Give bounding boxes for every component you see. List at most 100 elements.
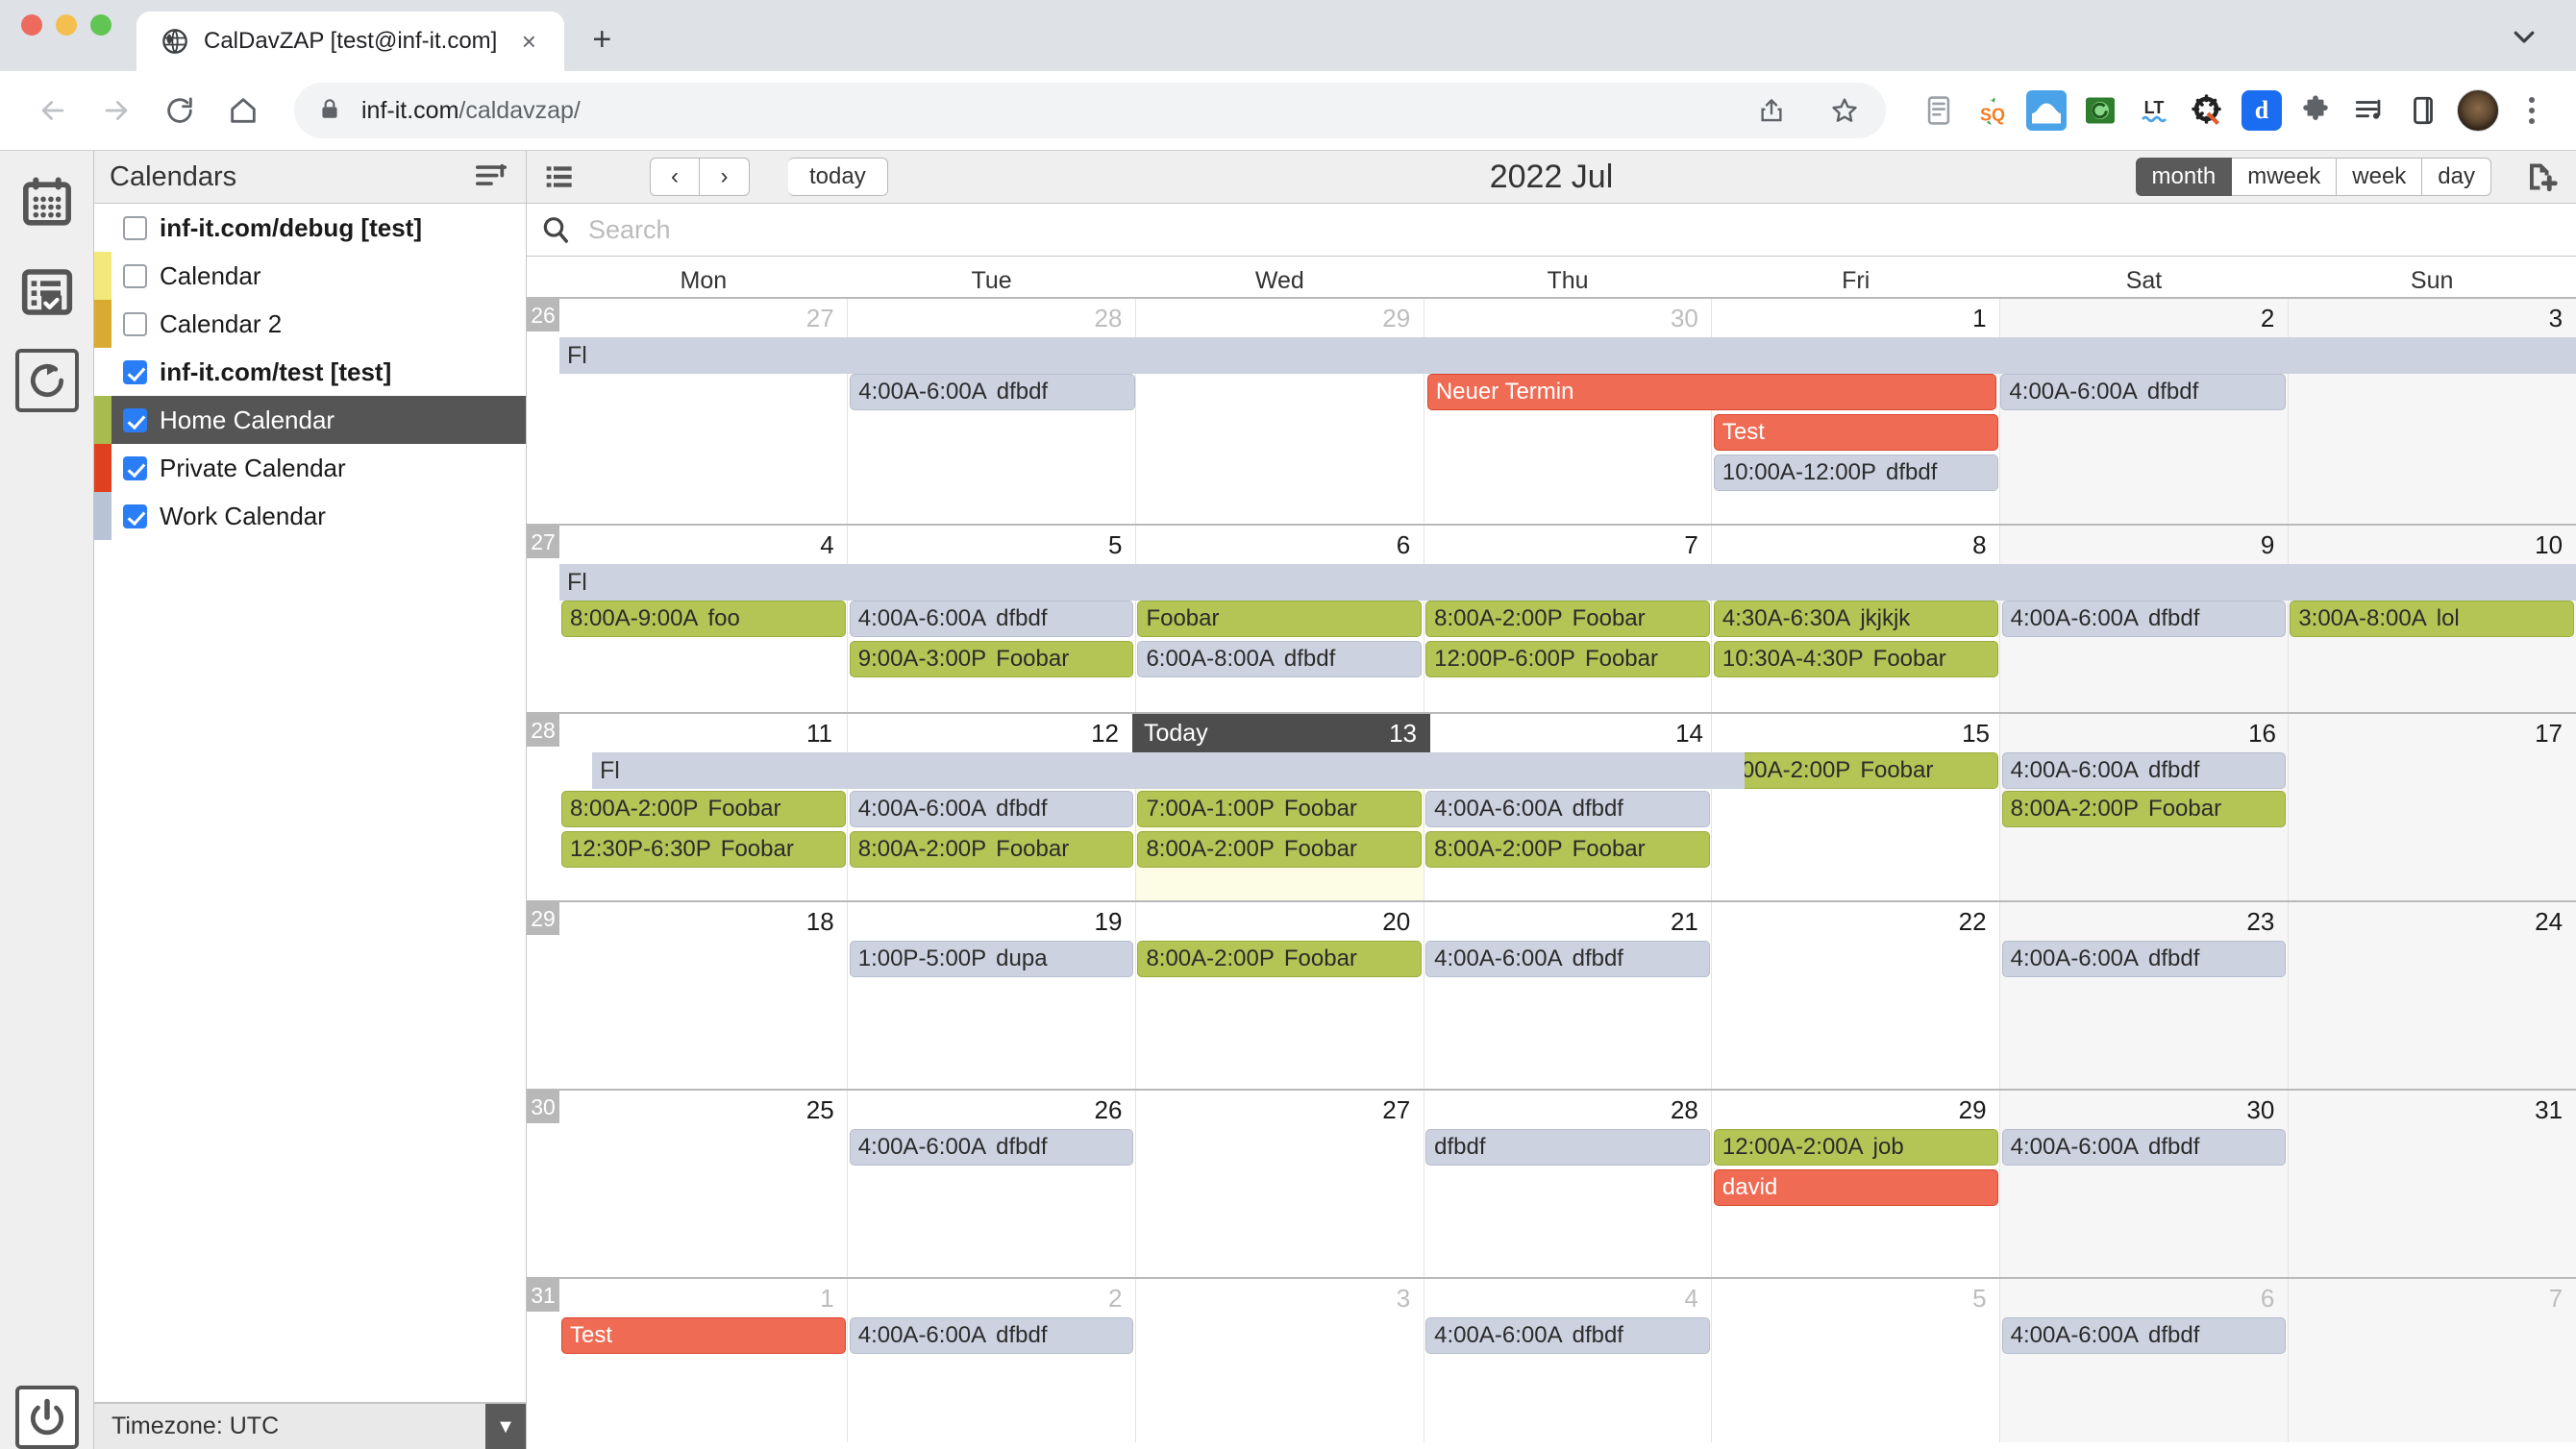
timezone-bar[interactable]: Timezone: UTC ▼	[94, 1403, 526, 1449]
next-period-button[interactable]: ›	[700, 158, 750, 196]
close-tab-button[interactable]: ×	[512, 25, 545, 58]
date-number[interactable]: 2	[2000, 299, 2289, 337]
week-number[interactable]: 28	[527, 714, 559, 747]
date-number[interactable]: 28	[848, 299, 1136, 337]
empty-slot[interactable]	[2000, 641, 2289, 679]
empty-slot[interactable]	[559, 374, 848, 412]
week-number[interactable]: 30	[527, 1091, 559, 1123]
empty-slot[interactable]	[559, 414, 848, 453]
calendar-event[interactable]: 4:00A-6:00A dfbdf	[2001, 601, 2287, 637]
view-button-month[interactable]: month	[2135, 158, 2233, 196]
calendar-event[interactable]: 1:00P-5:00P dupa	[849, 941, 1134, 977]
empty-slot[interactable]	[1424, 1169, 1712, 1208]
date-number[interactable]: 7	[1424, 526, 1712, 564]
calendar-event[interactable]: 4:00A-6:00A dfbdf	[2000, 374, 2286, 410]
calendar-checkbox[interactable]	[123, 215, 147, 240]
calendar-event[interactable]: 4:30A-6:30A jkjkjk	[1713, 601, 1998, 637]
calendar-event[interactable]: 9:00A-3:00P Foobar	[849, 641, 1134, 677]
collapse-list-icon[interactable]	[472, 158, 510, 196]
empty-slot[interactable]	[2000, 1169, 2289, 1208]
empty-slot[interactable]	[1135, 454, 1424, 493]
calendar-event[interactable]: 10:30A-4:30P Foobar	[1713, 641, 1998, 677]
browser-tab[interactable]: CalDavZAP [test@inf-it.com] ×	[136, 12, 565, 71]
calendar-event[interactable]: 8:00A-2:00P Foobar	[2001, 791, 2287, 827]
prev-period-button[interactable]: ‹	[650, 158, 700, 196]
empty-slot[interactable]	[559, 941, 848, 979]
calendar-event[interactable]: 8:00A-2:00P Foobar	[1425, 831, 1710, 868]
empty-slot[interactable]	[2000, 831, 2289, 870]
date-number[interactable]: 1	[559, 1279, 848, 1317]
kebab-menu-icon[interactable]	[2513, 89, 2551, 132]
date-number[interactable]: 24	[2288, 902, 2576, 941]
empty-slot[interactable]	[559, 1169, 848, 1208]
empty-slot[interactable]	[2288, 831, 2576, 870]
empty-slot[interactable]	[2288, 641, 2576, 679]
empty-slot[interactable]	[559, 641, 848, 679]
empty-slot[interactable]	[1424, 454, 1712, 493]
date-number[interactable]: 21	[1424, 902, 1712, 941]
sidebar-item-inf-it-com-debug-test[interactable]: inf-it.com/debug [test]	[94, 204, 526, 252]
calendar-checkbox[interactable]	[123, 359, 147, 384]
empty-slot[interactable]	[1135, 1129, 1424, 1167]
date-number[interactable]: 25	[559, 1091, 848, 1129]
calendar-event[interactable]: 12:00A-2:00A job	[1713, 1129, 1998, 1166]
today-button[interactable]: today	[788, 158, 888, 196]
sidebar-item-work-calendar[interactable]: Work Calendar	[94, 492, 526, 540]
user-avatar[interactable]	[2457, 89, 2499, 132]
all-day-event[interactable]: Fl	[592, 752, 1745, 789]
date-number[interactable]: 7	[2288, 1279, 2576, 1317]
calendar-event[interactable]: 4:00A-6:00A dfbdf	[849, 1317, 1134, 1354]
calendar-event[interactable]: 4:00A-6:00A dfbdf	[1425, 791, 1710, 827]
empty-slot[interactable]	[1712, 1317, 2000, 1356]
date-number[interactable]: 31	[2288, 1091, 2576, 1129]
sidebar-item-inf-it-com-test-test[interactable]: inf-it.com/test [test]	[94, 348, 526, 396]
empty-slot[interactable]	[2288, 1169, 2576, 1208]
empty-slot[interactable]	[1135, 1317, 1424, 1356]
calendar-event[interactable]: david	[1713, 1169, 1998, 1206]
search-input[interactable]	[588, 214, 2566, 245]
calendar-checkbox[interactable]	[123, 503, 147, 528]
calendar-event[interactable]: 4:00A-6:00A dfbdf	[849, 1129, 1134, 1166]
empty-slot[interactable]	[2288, 1129, 2576, 1167]
date-number[interactable]: 8	[1712, 526, 2000, 564]
chevron-down-icon[interactable]	[2505, 17, 2543, 56]
date-number[interactable]: 5	[1712, 1279, 2000, 1317]
view-button-day[interactable]: day	[2422, 158, 2491, 196]
date-number[interactable]: 23	[2000, 902, 2289, 941]
empty-slot[interactable]	[2288, 1317, 2576, 1356]
languagetool-extension-icon[interactable]: LT	[2134, 90, 2174, 131]
calendar-event[interactable]: 8:00A-2:00P Foobar	[1137, 831, 1423, 868]
empty-slot[interactable]	[559, 1129, 848, 1167]
empty-slot[interactable]	[848, 414, 1136, 453]
date-number[interactable]: 3	[2288, 299, 2576, 337]
sidepanel-icon[interactable]	[2403, 90, 2443, 131]
calendar-event[interactable]: 4:00A-6:00A dfbdf	[849, 601, 1134, 637]
empty-slot[interactable]	[2288, 791, 2576, 829]
date-number[interactable]: 4	[559, 526, 848, 564]
date-number[interactable]: 9	[2000, 526, 2289, 564]
calendar-event[interactable]: 4:00A-6:00A dfbdf	[2001, 752, 2287, 789]
refresh-icon[interactable]	[14, 349, 79, 412]
week-number[interactable]: 27	[527, 526, 559, 558]
week-number[interactable]: 26	[527, 299, 559, 332]
calendar-view-icon[interactable]	[15, 172, 79, 235]
puzzle-extensions-icon[interactable]	[2295, 90, 2336, 131]
calendar-checkbox[interactable]	[123, 407, 147, 432]
playlist-music-icon[interactable]	[2349, 90, 2390, 131]
reload-button[interactable]	[152, 83, 208, 138]
date-number[interactable]: 3	[1135, 1279, 1424, 1317]
calendar-event[interactable]: 7:00A-1:00P Foobar	[1137, 791, 1423, 827]
date-number[interactable]: 27	[559, 299, 848, 337]
calendar-event[interactable]: 12:30P-6:30P Foobar	[561, 831, 846, 868]
bluewindow-extension-icon[interactable]	[2026, 90, 2067, 131]
todo-list-icon[interactable]	[15, 260, 79, 324]
wrench-gear-extension-icon[interactable]	[2188, 90, 2228, 131]
empty-slot[interactable]	[1712, 941, 2000, 979]
empty-slot[interactable]	[2288, 454, 2576, 493]
calendar-event[interactable]: 10:00A-12:00P dfbdf	[1713, 454, 1998, 491]
date-number[interactable]: 22	[1712, 902, 2000, 941]
empty-slot[interactable]	[848, 454, 1136, 493]
date-number[interactable]: 19	[848, 902, 1136, 941]
sidebar-item-calendar[interactable]: Calendar	[94, 252, 526, 300]
forward-button[interactable]	[88, 83, 144, 138]
